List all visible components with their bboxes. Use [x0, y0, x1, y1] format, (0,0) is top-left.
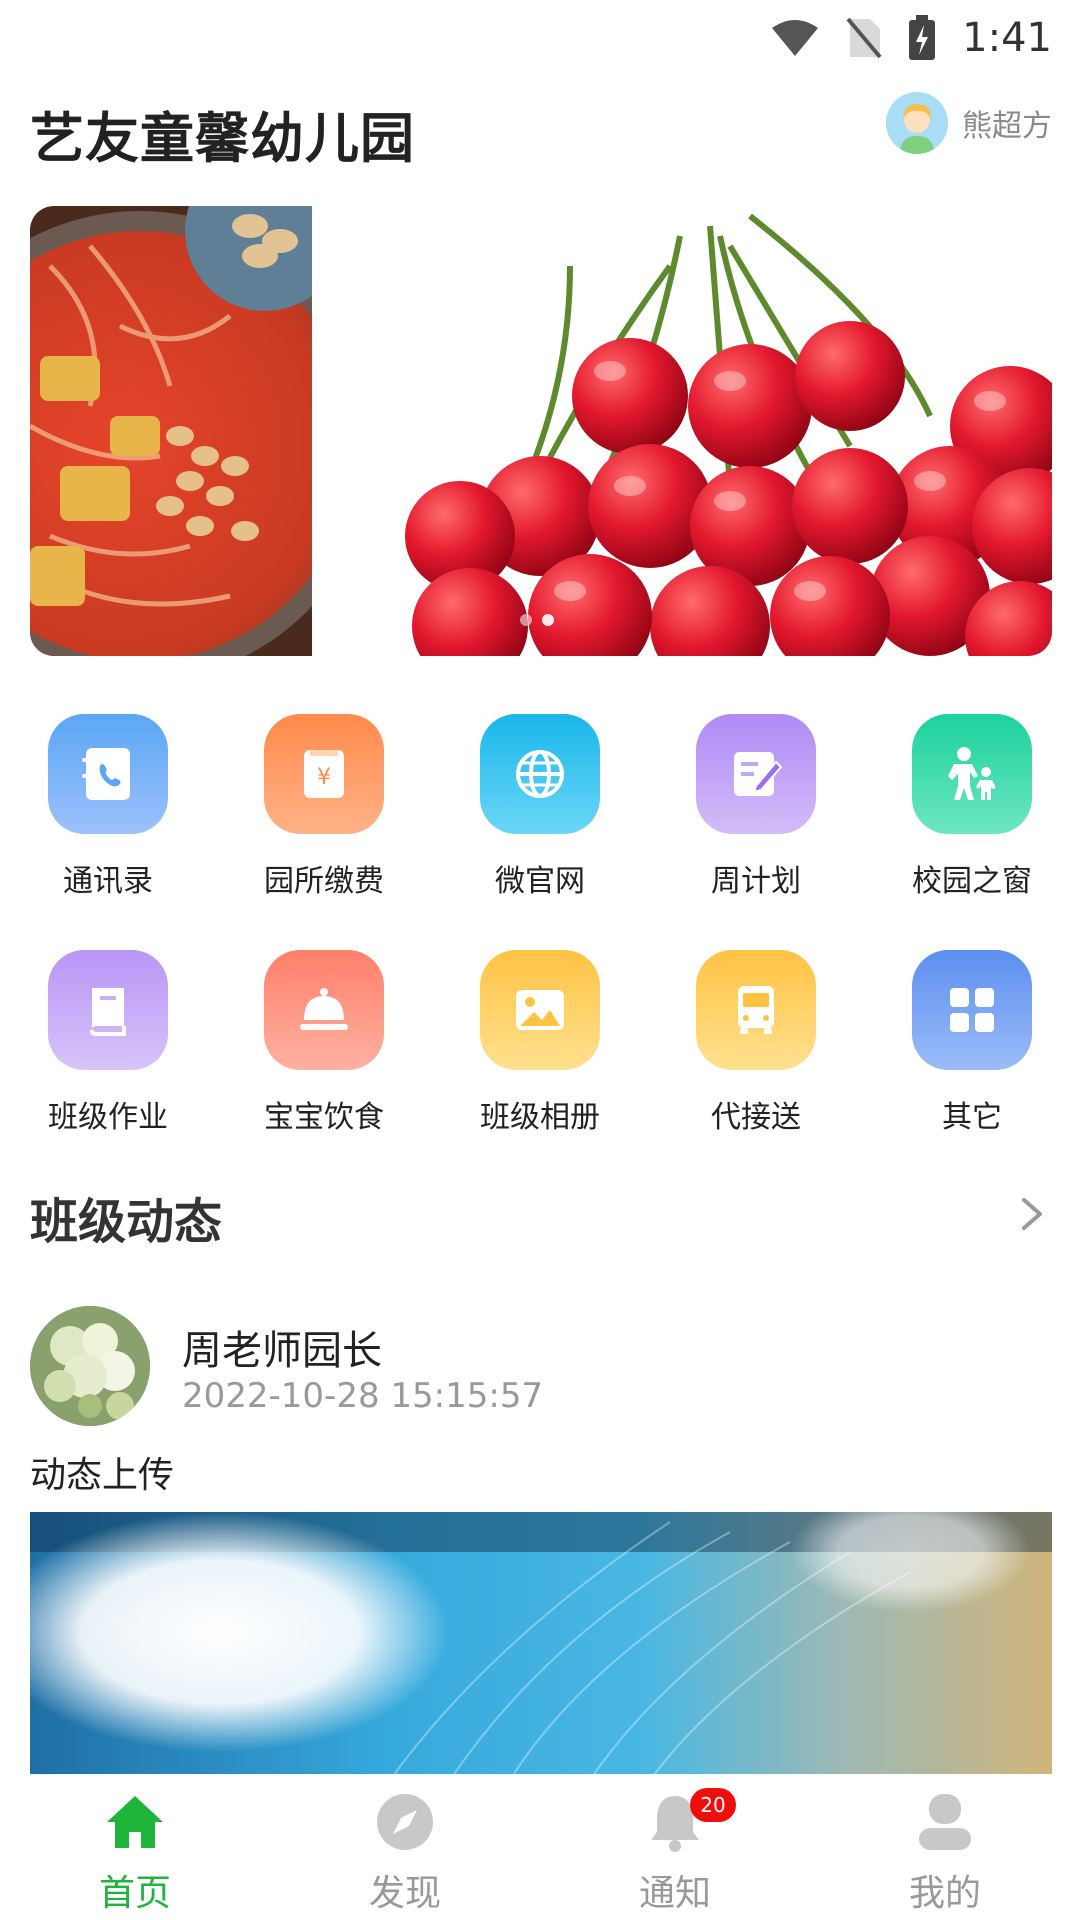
- food-cloche-icon[interactable]: [264, 950, 384, 1070]
- grid-label[interactable]: 宝宝饮食: [264, 1092, 384, 1136]
- photo-icon[interactable]: [480, 950, 600, 1070]
- apps-grid-icon[interactable]: [912, 950, 1032, 1070]
- battery-icon: [909, 15, 936, 60]
- post-text: 动态上传: [30, 1455, 175, 1496]
- grid-label[interactable]: 班级作业: [48, 1092, 168, 1136]
- feature-grid: 通讯录 ¥ 园所缴费 微官网 周计划 校园之窗 班级作业 宝宝饮食 班级相册 代…: [0, 714, 1080, 1186]
- grid-label[interactable]: 班级相册: [480, 1092, 600, 1136]
- contacts-icon[interactable]: [48, 714, 168, 834]
- carousel-dot[interactable]: [520, 614, 532, 626]
- grid-label[interactable]: 园所缴费: [264, 856, 384, 900]
- grid-item-class-album[interactable]: 班级相册: [432, 950, 648, 1186]
- carousel-dot-active[interactable]: [542, 614, 554, 626]
- chevron-right-icon[interactable]: [1012, 1194, 1052, 1234]
- compass-icon[interactable]: [373, 1790, 437, 1854]
- book-icon[interactable]: [48, 950, 168, 1070]
- banner-image[interactable]: [30, 206, 1052, 656]
- grid-label[interactable]: 校园之窗: [912, 856, 1032, 900]
- home-icon[interactable]: [103, 1790, 167, 1854]
- section-title: 班级动态: [30, 1194, 223, 1250]
- grid-item-baby-diet[interactable]: 宝宝饮食: [216, 950, 432, 1186]
- svg-text:¥: ¥: [317, 765, 331, 790]
- post-timestamp: 2022-10-28 15:15:57: [182, 1376, 544, 1416]
- grid-item-homework[interactable]: 班级作业: [0, 950, 216, 1186]
- tab-label[interactable]: 通知: [639, 1864, 711, 1916]
- status-time: 1:41: [962, 15, 1052, 61]
- tab-notifications[interactable]: 通知 20: [540, 1774, 810, 1920]
- bottom-tab-bar: 首页 发现 通知 20 我的: [0, 1774, 1080, 1920]
- grid-label[interactable]: 周计划: [711, 856, 801, 900]
- tab-profile[interactable]: 我的: [810, 1774, 1080, 1920]
- user-name[interactable]: 熊超方: [962, 101, 1052, 145]
- grid-label[interactable]: 其它: [942, 1092, 1002, 1136]
- grid-item-others[interactable]: 其它: [864, 950, 1080, 1186]
- grid-item-contacts[interactable]: 通讯录: [0, 714, 216, 950]
- tab-home[interactable]: 首页: [0, 1774, 270, 1920]
- section-class-feed-header[interactable]: 班级动态: [30, 1182, 1052, 1252]
- bus-icon[interactable]: [696, 950, 816, 1070]
- parent-child-icon[interactable]: [912, 714, 1032, 834]
- tab-label[interactable]: 我的: [909, 1864, 981, 1916]
- author-avatar[interactable]: [30, 1306, 150, 1426]
- grid-item-campus-window[interactable]: 校园之窗: [864, 714, 1080, 950]
- post-author[interactable]: 周老师园长: [182, 1318, 382, 1376]
- notification-badge: 20: [690, 1788, 736, 1822]
- grid-label[interactable]: 代接送: [711, 1092, 801, 1136]
- plan-edit-icon[interactable]: [696, 714, 816, 834]
- user-profile-chip[interactable]: 熊超方: [886, 92, 1052, 154]
- grid-item-pickup[interactable]: 代接送: [648, 950, 864, 1186]
- grid-item-payment[interactable]: ¥ 园所缴费: [216, 714, 432, 950]
- page-title: 艺友童馨幼儿园: [30, 107, 415, 170]
- payment-icon[interactable]: ¥: [264, 714, 384, 834]
- tab-discover[interactable]: 发现: [270, 1774, 540, 1920]
- grid-item-website[interactable]: 微官网: [432, 714, 648, 950]
- avatar[interactable]: [886, 92, 948, 154]
- grid-item-weekly-plan[interactable]: 周计划: [648, 714, 864, 950]
- header: 艺友童馨幼儿园 熊超方: [0, 84, 1080, 174]
- wifi-icon: [772, 20, 819, 56]
- banner-carousel[interactable]: [30, 206, 1052, 656]
- status-bar: 1:41: [0, 0, 1080, 76]
- grid-label[interactable]: 通讯录: [63, 856, 153, 900]
- tab-label[interactable]: 首页: [99, 1864, 171, 1916]
- globe-icon[interactable]: [480, 714, 600, 834]
- grid-label[interactable]: 微官网: [495, 856, 585, 900]
- no-sim-icon: [846, 17, 882, 59]
- tab-label[interactable]: 发现: [369, 1864, 441, 1916]
- post-image[interactable]: [30, 1512, 1052, 1780]
- profile-icon[interactable]: [913, 1790, 977, 1854]
- carousel-indicator: [520, 614, 554, 626]
